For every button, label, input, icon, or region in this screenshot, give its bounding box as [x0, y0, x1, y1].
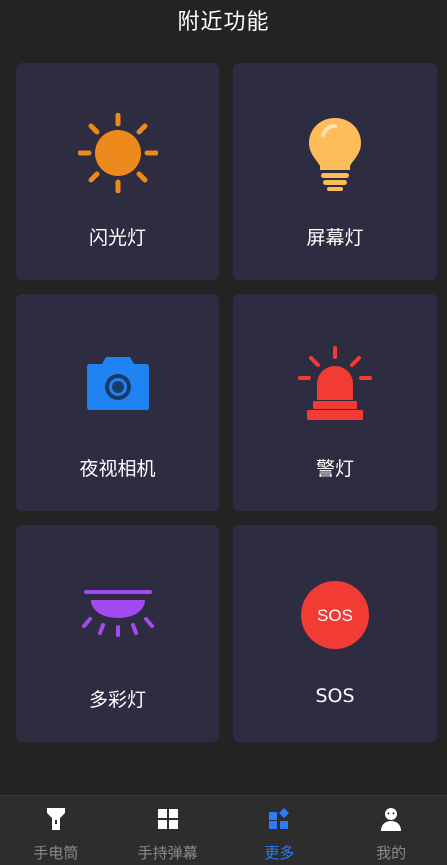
header: 附近功能 — [0, 0, 447, 40]
tab-label: 更多 — [264, 844, 295, 862]
tab-more[interactable]: 更多 — [224, 796, 336, 865]
apps-more-icon — [266, 806, 292, 832]
page-title: 附近功能 — [177, 10, 270, 35]
camera-icon — [78, 344, 158, 424]
sos-icon: SOS — [295, 575, 375, 655]
card-sos[interactable]: SOS SOS — [233, 525, 437, 742]
card-label: SOS — [315, 685, 355, 707]
tab-label: 手电筒 — [33, 844, 79, 862]
ceiling-lamp-icon — [78, 575, 158, 655]
grid-icon — [155, 806, 181, 832]
tab-label: 手持弹幕 — [137, 844, 198, 862]
tab-mine[interactable]: 我的 — [335, 796, 447, 865]
bottom-tab-bar: 手电筒 手持弹幕 更多 我的 — [0, 795, 447, 865]
sos-badge-text: SOS — [317, 606, 353, 625]
card-label: 警灯 — [315, 458, 354, 480]
card-label: 夜视相机 — [79, 458, 156, 480]
siren-icon — [295, 344, 375, 424]
tab-label: 我的 — [376, 844, 407, 862]
light-bulb-icon — [295, 113, 375, 193]
card-night-camera[interactable]: 夜视相机 — [16, 294, 219, 511]
card-police-light[interactable]: 警灯 — [233, 294, 437, 511]
sun-icon — [77, 113, 158, 193]
tab-handheld-barrage[interactable]: 手持弹幕 — [112, 796, 224, 865]
user-icon — [378, 806, 404, 832]
card-flashlight[interactable]: 闪光灯 — [16, 63, 219, 280]
card-label: 闪光灯 — [88, 227, 146, 249]
feature-grid: 闪光灯 屏幕灯 夜视相机 警灯 多彩灯 SOS SOS — [16, 63, 437, 742]
tab-flashlight[interactable]: 手电筒 — [0, 796, 112, 865]
card-label: 多彩灯 — [88, 689, 146, 711]
flashlight-icon — [43, 806, 69, 832]
card-screen-light[interactable]: 屏幕灯 — [233, 63, 437, 280]
card-label: 屏幕灯 — [306, 227, 364, 249]
card-colorful-light[interactable]: 多彩灯 — [16, 525, 219, 742]
